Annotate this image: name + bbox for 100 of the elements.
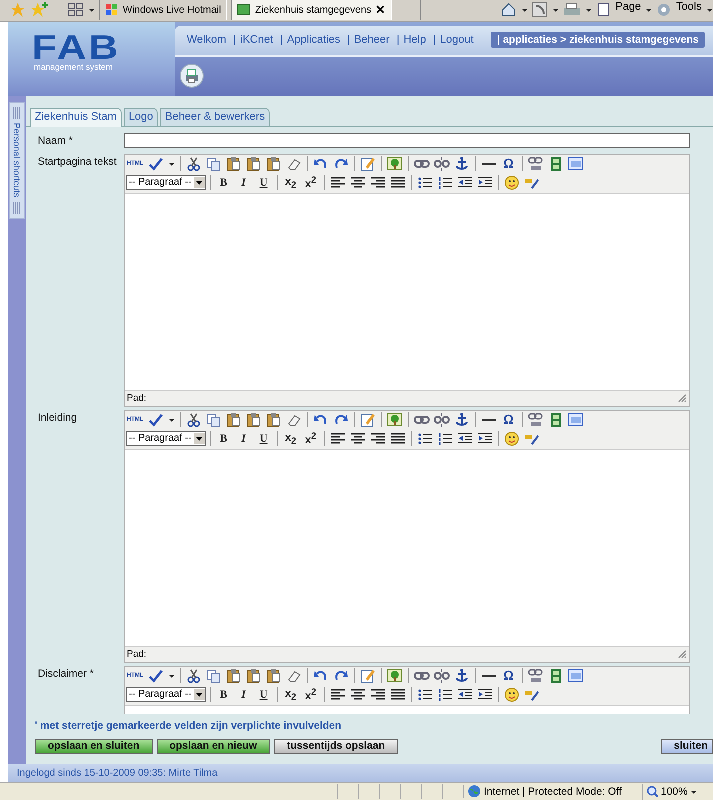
- scissors-icon[interactable]: [186, 156, 202, 172]
- justify-icon[interactable]: [390, 174, 406, 191]
- nav-link[interactable]: Welkom: [183, 34, 231, 46]
- special-character-button[interactable]: Ω: [500, 410, 518, 429]
- bullet-list-icon[interactable]: [416, 430, 433, 447]
- printer-icon[interactable]: [180, 64, 204, 88]
- align-right-icon[interactable]: [370, 686, 386, 703]
- clipboard-icon[interactable]: [226, 156, 242, 172]
- close-button[interactable]: sluiten: [661, 738, 713, 754]
- anchor-icon[interactable]: [454, 412, 470, 428]
- underline-button[interactable]: U: [254, 430, 273, 448]
- italic-button[interactable]: I: [234, 686, 253, 704]
- zoom-level[interactable]: 100%: [661, 786, 688, 798]
- grid-icon[interactable]: [68, 2, 84, 18]
- clipboard-icon[interactable]: [266, 668, 282, 684]
- image-icon[interactable]: [386, 156, 403, 172]
- anchor-icon[interactable]: [454, 668, 470, 684]
- align-left-icon[interactable]: [330, 686, 346, 703]
- format-dropdown[interactable]: -- Paragraaf --: [126, 175, 206, 190]
- align-right-icon[interactable]: [370, 174, 386, 191]
- browser-tab[interactable]: Windows Live Hotmail: [99, 0, 228, 20]
- subscript-button[interactable]: x$_{2}$: [282, 686, 300, 704]
- check-icon[interactable]: [148, 412, 164, 428]
- special-character-button[interactable]: Ω: [500, 666, 518, 685]
- italic-button[interactable]: I: [234, 174, 253, 192]
- check-icon[interactable]: [148, 668, 164, 684]
- image-icon[interactable]: [386, 668, 403, 684]
- justify-icon[interactable]: [390, 686, 406, 703]
- subscript-button[interactable]: x$_{2}$: [282, 174, 300, 192]
- broken-chain-icon[interactable]: [434, 156, 450, 172]
- star-plus-icon[interactable]: [30, 2, 48, 18]
- clipboard-icon[interactable]: [266, 156, 282, 172]
- link-icon[interactable]: [528, 156, 544, 172]
- align-left-icon[interactable]: [330, 430, 346, 447]
- special-character-button[interactable]: Ω: [500, 154, 518, 173]
- form-tab[interactable]: Beheer & bewerkers: [160, 108, 270, 126]
- superscript-button[interactable]: x$^{2}$: [302, 174, 320, 192]
- clipboard-icon[interactable]: [246, 412, 262, 428]
- window-icon[interactable]: [568, 156, 584, 172]
- underline-button[interactable]: U: [254, 174, 273, 192]
- clipboard-icon[interactable]: [266, 412, 282, 428]
- resize-grip-icon[interactable]: [677, 649, 687, 660]
- scissors-icon[interactable]: [186, 668, 202, 684]
- save-button[interactable]: opslaan en sluiten: [35, 738, 153, 754]
- form-tab[interactable]: Ziekenhuis Stam: [30, 108, 122, 127]
- format-dropdown[interactable]: -- Paragraaf --: [126, 431, 206, 446]
- align-center-icon[interactable]: [350, 430, 366, 447]
- edit-icon[interactable]: [360, 156, 376, 172]
- anchor-icon[interactable]: [454, 156, 470, 172]
- subscript-button[interactable]: x$_{2}$: [282, 430, 300, 448]
- italic-button[interactable]: I: [234, 430, 253, 448]
- nav-link[interactable]: Help: [400, 34, 430, 46]
- numbered-list-icon[interactable]: [436, 686, 453, 703]
- bold-button[interactable]: B: [214, 174, 233, 192]
- nav-link[interactable]: Beheer: [350, 34, 394, 46]
- bullet-list-icon[interactable]: [416, 686, 433, 703]
- save-button[interactable]: opslaan en nieuw: [156, 738, 270, 754]
- smiley-icon[interactable]: [504, 174, 520, 191]
- window-icon[interactable]: [568, 412, 584, 428]
- link-icon[interactable]: [528, 668, 544, 684]
- align-left-icon[interactable]: [330, 174, 346, 191]
- bullet-list-icon[interactable]: [416, 174, 433, 191]
- broken-chain-icon[interactable]: [434, 412, 450, 428]
- form-tab[interactable]: Logo: [124, 108, 158, 126]
- home-icon[interactable]: [500, 2, 517, 18]
- window-icon[interactable]: [568, 668, 584, 684]
- zoom-icon[interactable]: [647, 786, 659, 798]
- align-center-icon[interactable]: [350, 174, 366, 191]
- copy-icon[interactable]: [206, 412, 222, 428]
- copy-icon[interactable]: [206, 668, 222, 684]
- text-input[interactable]: [124, 132, 690, 148]
- shortcuts-panel[interactable]: Personal shortcuts: [9, 102, 25, 219]
- nav-link[interactable]: Applicaties: [283, 34, 344, 46]
- align-center-icon[interactable]: [350, 686, 366, 703]
- page-icon[interactable]: [596, 2, 612, 18]
- underline-button[interactable]: U: [254, 686, 273, 704]
- clipboard-icon[interactable]: [246, 668, 262, 684]
- check-icon[interactable]: [148, 156, 164, 172]
- superscript-button[interactable]: x$^{2}$: [302, 430, 320, 448]
- broken-chain-icon[interactable]: [434, 668, 450, 684]
- numbered-list-icon[interactable]: [436, 430, 453, 447]
- superscript-button[interactable]: x$^{2}$: [302, 686, 320, 704]
- scissors-icon[interactable]: [186, 412, 202, 428]
- bold-button[interactable]: B: [214, 430, 233, 448]
- nav-link[interactable]: Logout: [436, 34, 478, 46]
- link-icon[interactable]: [528, 412, 544, 428]
- image-icon[interactable]: [386, 412, 403, 428]
- command-menu[interactable]: Page: [616, 1, 642, 14]
- resize-grip-icon[interactable]: [677, 393, 687, 404]
- smiley-icon[interactable]: [504, 686, 520, 703]
- numbered-list-icon[interactable]: [436, 174, 453, 191]
- justify-icon[interactable]: [390, 430, 406, 447]
- star-icon[interactable]: [10, 2, 26, 18]
- command-menu[interactable]: Tools: [676, 1, 702, 14]
- nav-link[interactable]: iKCnet: [236, 34, 278, 46]
- clipboard-icon[interactable]: [226, 412, 242, 428]
- clipboard-icon[interactable]: [246, 156, 262, 172]
- close-tab-button[interactable]: ✕: [376, 3, 386, 18]
- clipboard-icon[interactable]: [226, 668, 242, 684]
- format-dropdown[interactable]: -- Paragraaf --: [126, 687, 206, 702]
